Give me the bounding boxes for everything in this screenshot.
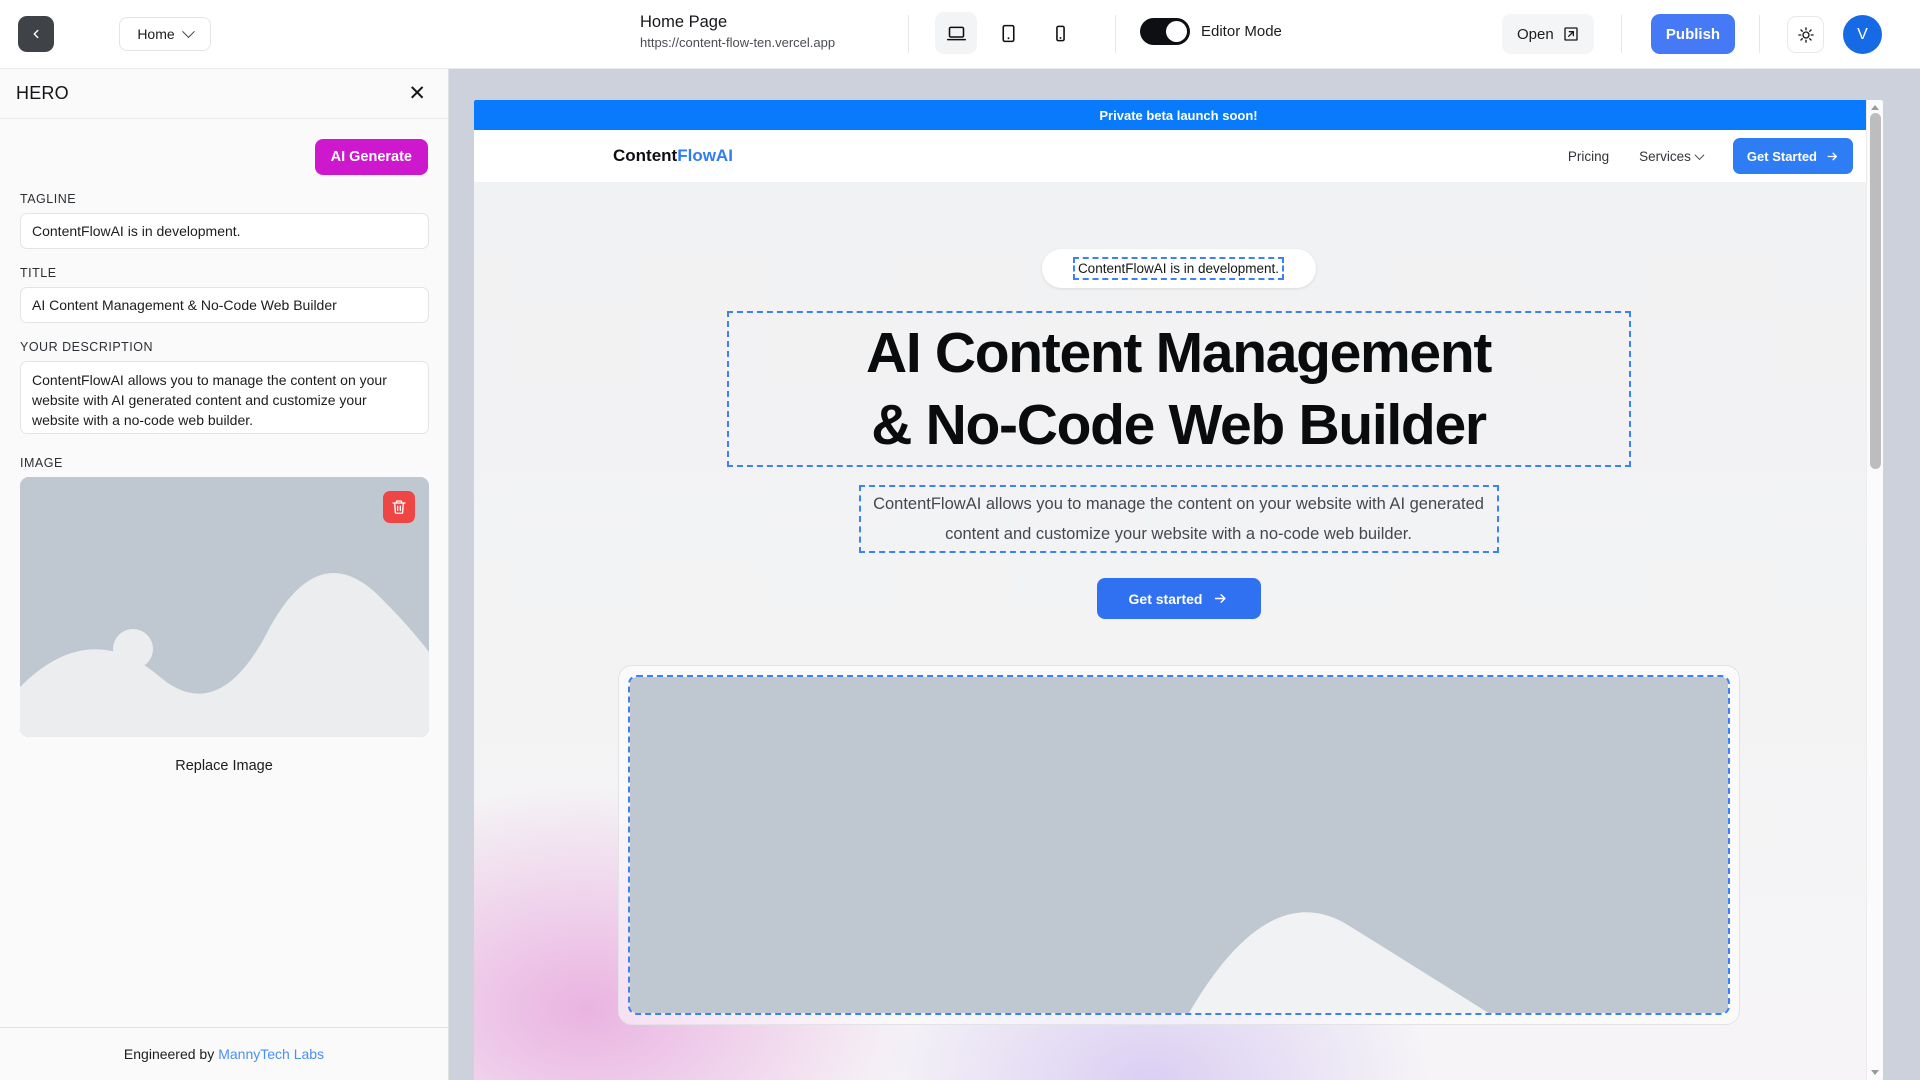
panel-title: HERO [16,83,69,103]
device-switcher [935,12,1081,54]
ai-generate-button[interactable]: AI Generate [314,139,428,175]
hero-title-line-2: & No-Code Web Builder [871,393,1487,457]
toolbar-divider-3 [1621,15,1622,53]
device-tablet-button[interactable] [987,12,1029,54]
footer-prefix: Engineered by [123,1046,215,1062]
tagline-input[interactable] [20,213,429,249]
external-link-icon [1564,27,1578,41]
panel-body: AI Generate TAGLINE TITLE YOUR DESCRIPTI… [0,119,448,1027]
nav-link-pricing[interactable]: Pricing [1568,149,1609,164]
avatar[interactable]: V [1843,15,1882,54]
page-title: Home Page [640,13,728,31]
site-nav-links: Pricing Services Get Started [1568,138,1853,174]
hero-tagline-text[interactable]: ContentFlowAI is in development. [1072,257,1285,280]
tagline-label: TAGLINE [20,192,77,206]
editor-sidebar: HERO ✕ AI Generate TAGLINE TITLE YOUR DE… [0,69,449,1080]
title-label: TITLE [20,266,57,280]
publish-button[interactable]: Publish [1651,14,1735,54]
sidebar-footer: Engineered by MannyTech Labs [0,1027,448,1080]
close-icon[interactable]: ✕ [408,83,426,104]
preview-canvas: Private beta launch soon! ContentFlowAI … [449,69,1920,1080]
scrollbar-thumb[interactable] [1870,113,1881,469]
site-info: Home Page https://content-flow-ten.verce… [640,12,835,52]
logo-text-primary: Content [613,146,678,165]
replace-image-button[interactable]: Replace Image [20,758,428,774]
title-input[interactable] [20,287,429,323]
editor-mode-toggle[interactable] [1140,18,1190,45]
nav-link-pricing-label: Pricing [1567,148,1610,164]
description-label: YOUR DESCRIPTION [20,340,154,354]
page-selector[interactable]: Home [119,17,211,51]
delete-image-button[interactable] [383,491,415,523]
open-button[interactable]: Open [1502,14,1594,54]
image-label: IMAGE [20,456,63,470]
scroll-up-arrow-icon[interactable] [1871,105,1879,110]
hero-image[interactable] [627,675,1730,1015]
device-desktop-button[interactable] [935,12,977,54]
toggle-knob [1166,21,1187,42]
hero-get-started-button[interactable]: Get started [1096,578,1261,619]
ai-generate-row: AI Generate [20,139,428,175]
preview-scroll-area: Private beta launch soon! ContentFlowAI … [474,100,1883,1080]
description-textarea[interactable] [20,361,429,434]
preview-scrollbar[interactable] [1866,100,1883,1080]
back-button[interactable] [18,16,54,52]
toolbar-divider-1 [908,15,909,53]
editor-mode-control: Editor Mode [1140,18,1282,45]
hero-section: ContentFlowAI is in development. AI Cont… [474,183,1883,1080]
hero-description[interactable]: ContentFlowAI allows you to manage the c… [858,485,1499,553]
hero-tagline-pill: ContentFlowAI is in development. [1041,249,1316,288]
open-button-label: Open [1517,25,1554,43]
nav-get-started-button[interactable]: Get Started [1732,138,1853,174]
image-field [20,477,429,737]
hero-title-line-1: AI Content Management [865,321,1492,385]
arrow-right-icon [1827,152,1837,160]
phone-icon [1055,25,1065,41]
site-logo[interactable]: ContentFlowAI [613,146,733,166]
logo-text-accent: FlowAI [677,146,733,165]
image-placeholder[interactable] [20,477,429,737]
device-mobile-button[interactable] [1039,12,1081,54]
hero-cta-label: Get started [1128,590,1203,607]
top-toolbar: Home Home Page https://content-flow-ten.… [0,0,1920,69]
nav-link-services-label: Services [1639,148,1691,164]
image-placeholder-graphic [20,477,429,737]
scroll-down-arrow-icon[interactable] [1871,1070,1879,1075]
footer-link[interactable]: MannyTech Labs [218,1046,324,1062]
nav-link-services[interactable]: Services [1639,148,1705,164]
sun-icon [1797,26,1814,43]
arrow-right-icon [1215,594,1227,603]
chevron-down-icon [1694,149,1705,160]
announcement-banner: Private beta launch soon! [474,100,1883,130]
chevron-left-icon [33,29,39,39]
hero-image-frame [617,665,1740,1025]
chevron-down-icon [181,24,195,38]
theme-toggle-button[interactable] [1787,16,1824,53]
site-url: https://content-flow-ten.vercel.app [640,35,836,50]
nav-get-started-label: Get Started [1746,148,1817,164]
toolbar-divider-2 [1115,15,1116,53]
preview-frame: Private beta launch soon! ContentFlowAI … [474,100,1883,1080]
site-navbar: ContentFlowAI Pricing Services Get Start… [474,130,1883,183]
panel-header: HERO ✕ [0,69,448,119]
editor-mode-label: Editor Mode [1201,23,1282,40]
laptop-icon [946,26,966,40]
tablet-icon [1001,24,1015,42]
hero-title[interactable]: AI Content Management & No-Code Web Buil… [726,311,1631,467]
toolbar-divider-4 [1759,15,1760,53]
hero-image-placeholder-graphic [629,677,1728,1013]
page-selector-label: Home [137,26,175,42]
trash-icon [392,500,406,514]
